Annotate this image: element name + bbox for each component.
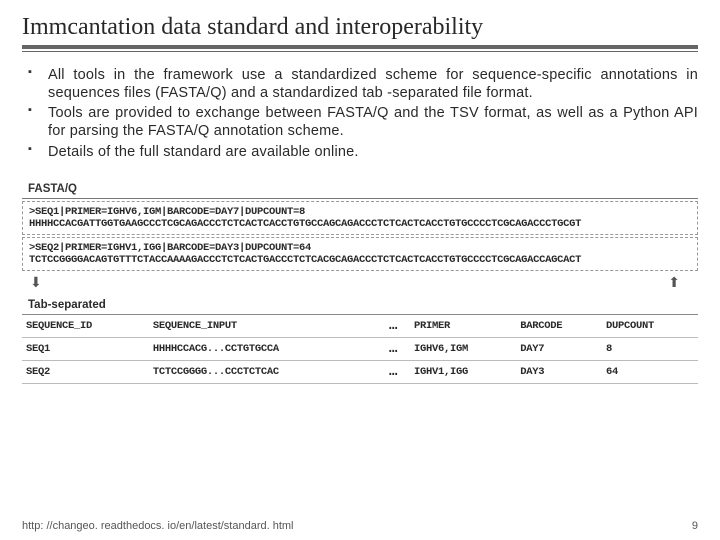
- tab-separated-table: SEQUENCE_ID SEQUENCE_INPUT … PRIMER BARC…: [22, 315, 698, 384]
- col-sequence-input: SEQUENCE_INPUT: [149, 315, 379, 338]
- cell-dupcount: 64: [602, 360, 698, 383]
- col-primer: PRIMER: [410, 315, 516, 338]
- cell-sequence-id: SEQ2: [22, 360, 149, 383]
- bullet-item: Tools are provided to exchange between F…: [22, 104, 698, 140]
- col-dupcount: DUPCOUNT: [602, 315, 698, 338]
- col-barcode: BARCODE: [516, 315, 602, 338]
- conversion-arrows: [22, 273, 698, 295]
- cell-dupcount: 8: [602, 337, 698, 360]
- bullet-list: All tools in the framework use a standar…: [22, 66, 698, 161]
- page-number: 9: [692, 520, 698, 532]
- col-ellipsis: …: [378, 315, 410, 338]
- footer-url: http: //changeo. readthedocs. io/en/late…: [22, 520, 294, 532]
- tab-separated-label: Tab-separated: [22, 295, 698, 315]
- arrow-down-icon: [30, 275, 42, 292]
- fasta-header: >SEQ1|PRIMER=IGHV6,IGM|BARCODE=DAY7|DUPC…: [29, 206, 691, 218]
- fasta-sequence: TCTCCGGGGACAGTGTTTCTACCAAAAGACCCTCTCACTG…: [29, 254, 691, 266]
- fasta-sequence: HHHHCCACGATTGGTGAAGCCCTCGCAGACCCTCTCACTC…: [29, 218, 691, 230]
- fasta-header: >SEQ2|PRIMER=IGHV1,IGG|BARCODE=DAY3|DUPC…: [29, 242, 691, 254]
- arrow-up-icon: [668, 275, 680, 292]
- cell-primer: IGHV1,IGG: [410, 360, 516, 383]
- title-rule-thick: [22, 45, 698, 49]
- fasta-record-2: >SEQ2|PRIMER=IGHV1,IGG|BARCODE=DAY3|DUPC…: [22, 237, 698, 271]
- cell-barcode: DAY3: [516, 360, 602, 383]
- table-row: SEQ1 HHHHCCACG...CCTGTGCCA … IGHV6,IGM D…: [22, 337, 698, 360]
- footer: http: //changeo. readthedocs. io/en/late…: [22, 520, 698, 532]
- cell-barcode: DAY7: [516, 337, 602, 360]
- col-sequence-id: SEQUENCE_ID: [22, 315, 149, 338]
- table-header-row: SEQUENCE_ID SEQUENCE_INPUT … PRIMER BARC…: [22, 315, 698, 338]
- bullet-item: All tools in the framework use a standar…: [22, 66, 698, 102]
- table-row: SEQ2 TCTCCGGGG...CCCTCTCAC … IGHV1,IGG D…: [22, 360, 698, 383]
- fastaq-label: FASTA/Q: [22, 179, 698, 199]
- cell-sequence-input: TCTCCGGGG...CCCTCTCAC: [149, 360, 379, 383]
- cell-ellipsis: …: [378, 360, 410, 383]
- fasta-record-1: >SEQ1|PRIMER=IGHV6,IGM|BARCODE=DAY7|DUPC…: [22, 201, 698, 235]
- cell-ellipsis: …: [378, 337, 410, 360]
- cell-sequence-input: HHHHCCACG...CCTGTGCCA: [149, 337, 379, 360]
- page-title: Immcantation data standard and interoper…: [22, 14, 698, 41]
- bullet-item: Details of the full standard are availab…: [22, 143, 698, 161]
- title-rule-thin: [22, 51, 698, 52]
- cell-sequence-id: SEQ1: [22, 337, 149, 360]
- cell-primer: IGHV6,IGM: [410, 337, 516, 360]
